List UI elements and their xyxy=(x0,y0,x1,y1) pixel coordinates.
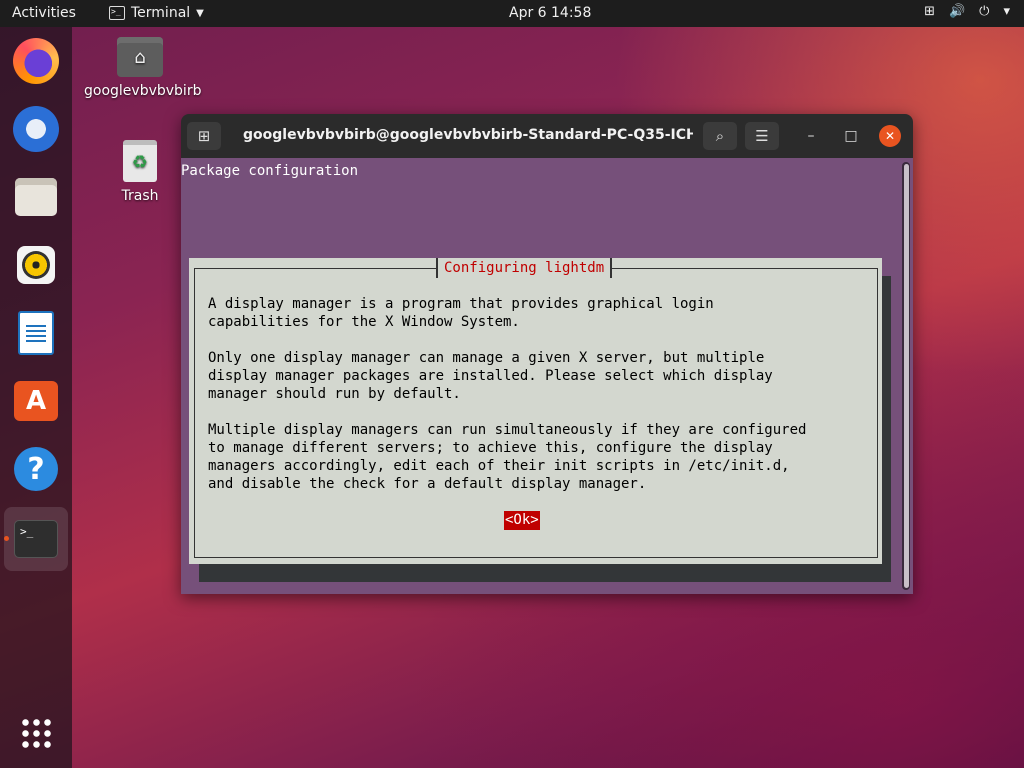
chevron-down-icon: ▼ xyxy=(196,7,204,19)
dock-rhythmbox[interactable] xyxy=(12,241,60,289)
dialog-title: Configuring lightdm xyxy=(436,258,613,278)
dialog-message: A display manager is a program that prov… xyxy=(208,296,807,492)
hamburger-menu-button[interactable]: ☰ xyxy=(745,122,779,150)
window-title: googlevbvbvbirb@googlevbvbvbirb-Standard… xyxy=(243,127,693,143)
volume-icon[interactable]: 🔊 xyxy=(949,4,965,19)
dock-ubuntu-software[interactable]: A xyxy=(12,377,60,425)
scrollbar-thumb[interactable] xyxy=(904,164,909,588)
help-icon: ? xyxy=(14,447,58,491)
software-store-icon: A xyxy=(14,381,58,421)
app-menu-terminal[interactable]: >_ Terminal ▼ xyxy=(109,5,204,21)
top-bar: Activities >_ Terminal ▼ Apr 6 14:58 ⊞ 🔊… xyxy=(0,0,1024,27)
dock: A ? >_ xyxy=(0,27,72,768)
trash-label: Trash xyxy=(121,188,159,204)
firefox-icon xyxy=(13,38,59,84)
dock-thunderbird[interactable] xyxy=(12,105,60,153)
terminal-window: ⊞ googlevbvbvbirb@googlevbvbvbirb-Standa… xyxy=(181,114,913,594)
dock-files[interactable] xyxy=(12,173,60,221)
running-indicator xyxy=(4,536,9,541)
minimize-button[interactable]: – xyxy=(801,126,821,146)
power-icon[interactable]: ⏻ xyxy=(979,4,989,19)
files-icon xyxy=(15,178,57,216)
ok-button[interactable]: <Ok> xyxy=(504,511,540,530)
package-configuration-title: Package configuration xyxy=(181,163,359,179)
system-menu-caret-icon[interactable]: ▾ xyxy=(1003,4,1010,19)
terminal-body[interactable]: Package configuration Configuring lightd… xyxy=(181,158,913,594)
terminal-app-icon: >_ xyxy=(109,6,125,20)
dock-terminal[interactable]: >_ xyxy=(4,507,68,571)
clock[interactable]: Apr 6 14:58 xyxy=(509,5,591,21)
search-button[interactable]: ⌕ xyxy=(703,122,737,150)
dock-libreoffice-writer[interactable] xyxy=(12,309,60,357)
terminal-icon: >_ xyxy=(14,520,58,558)
maximize-button[interactable]: □ xyxy=(841,126,861,146)
desktop-home-folder[interactable]: googlevbvbvbirb xyxy=(84,37,202,99)
network-icon[interactable]: ⊞ xyxy=(924,4,935,19)
close-button[interactable]: ✕ xyxy=(879,125,901,147)
activities-button[interactable]: Activities xyxy=(12,5,76,21)
system-tray[interactable]: ⊞ 🔊 ⏻ ▾ xyxy=(924,4,1010,19)
show-applications-icon[interactable] xyxy=(20,717,52,749)
desktop-trash[interactable]: ♻ Trash xyxy=(112,140,168,204)
new-tab-button[interactable]: ⊞ xyxy=(187,122,221,150)
app-menu-label: Terminal xyxy=(131,5,191,21)
dock-firefox[interactable] xyxy=(12,37,60,85)
home-folder-label: googlevbvbvbirb xyxy=(84,83,202,99)
thunderbird-icon xyxy=(13,106,59,152)
rhythmbox-icon xyxy=(17,246,55,284)
terminal-titlebar[interactable]: ⊞ googlevbvbvbirb@googlevbvbvbirb-Standa… xyxy=(181,114,913,158)
dock-help[interactable]: ? xyxy=(12,445,60,493)
trash-icon: ♻ xyxy=(123,140,157,182)
home-folder-icon xyxy=(117,37,163,77)
debconf-dialog: Configuring lightdm A display manager is… xyxy=(189,258,882,564)
writer-icon xyxy=(18,311,54,355)
